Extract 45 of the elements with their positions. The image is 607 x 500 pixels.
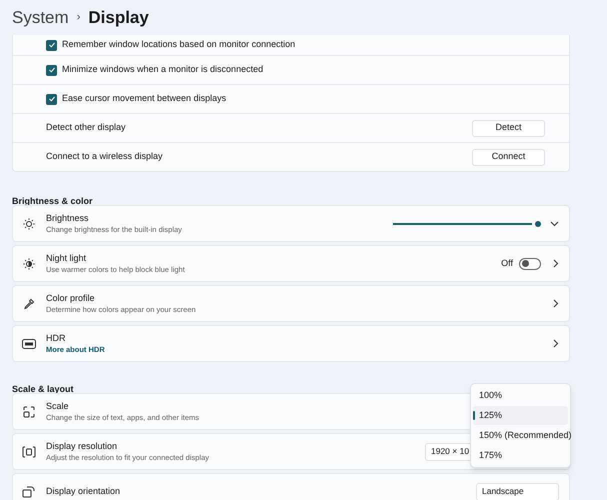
menu-item[interactable]: 125% [473,406,568,425]
slider-thumb[interactable] [532,218,544,230]
setting-title: Night light [46,252,86,264]
checkbox-label: Remember window locations based on monitor connection [62,38,296,52]
checkmark-icon [48,41,56,49]
setting-title: Scale [46,400,69,412]
setting-label: Connect to a wireless display [46,150,164,164]
breadcrumb-link[interactable]: System [12,4,69,30]
setting-label: Detect other display [46,121,127,134]
hdr-icon [22,338,36,348]
eyedropper-icon [22,298,36,310]
checkbox-label: Ease cursor movement between displays [62,92,226,106]
dropdown-value: 1920 × 10 [431,445,470,458]
chevron-right-icon [553,299,559,308]
menu-item[interactable]: 100% [473,386,568,405]
chevron-right-icon [553,259,559,268]
dropdown[interactable]: Landscape [476,482,559,500]
half-sun-icon [22,258,36,270]
checkmark-icon [48,95,56,103]
breadcrumb-separator: › [76,10,80,26]
setting-title: HDR [46,332,66,344]
sun-icon [22,218,36,230]
checkbox[interactable] [46,40,57,50]
resolution-icon [22,446,36,458]
checkmark-icon [48,66,56,74]
checkbox-label: Minimize windows when a monitor is disconnected [62,63,264,76]
chevron-right-icon [553,339,559,348]
scale-icon [22,406,36,418]
selection-indicator [473,411,475,420]
action-button[interactable]: Detect [472,120,545,136]
toggle-state: Off [501,256,513,270]
setting-title: Brightness [46,212,89,224]
section-heading: Scale & layout [12,384,74,394]
setting-title: Display orientation [46,486,120,497]
checkbox[interactable] [46,64,57,76]
menu-item[interactable]: 175% [473,446,568,465]
dropdown-value: Landscape [482,485,524,498]
setting-title: Color profile [46,292,95,304]
section-heading: Brightness & color [12,196,93,206]
page-title: Display [88,6,149,29]
toggle-switch[interactable] [519,258,541,270]
action-button[interactable]: Connect [472,148,545,166]
orientation-icon [22,486,36,498]
checkbox[interactable] [46,94,57,104]
setting-title: Display resolution [46,440,118,452]
